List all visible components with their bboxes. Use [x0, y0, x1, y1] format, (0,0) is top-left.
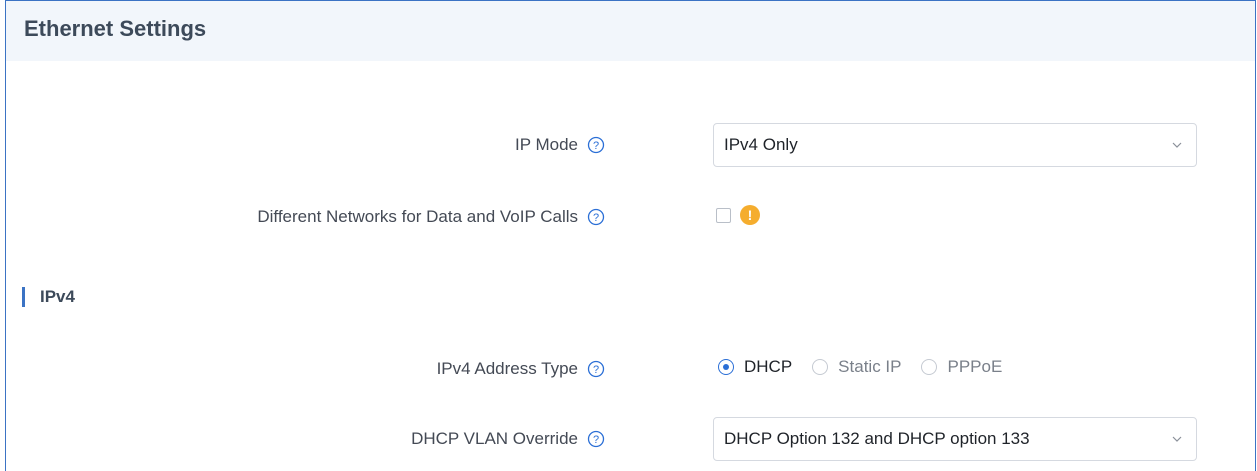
svg-text:?: ?	[593, 434, 599, 446]
chevron-down-icon	[1172, 436, 1182, 442]
svg-text:?: ?	[593, 140, 599, 152]
help-icon[interactable]: ?	[587, 430, 605, 448]
svg-text:?: ?	[593, 212, 599, 224]
radio-option-static-ip[interactable]: Static IP	[812, 357, 901, 377]
radio-label-dhcp: DHCP	[744, 357, 793, 376]
dhcp-vlan-override-label: DHCP VLAN Override	[411, 429, 578, 448]
different-networks-label-wrap: Different Networks for Data and VoIP Cal…	[257, 207, 605, 227]
radio-button-static-ip[interactable]	[812, 359, 829, 375]
help-icon[interactable]: ?	[587, 208, 605, 226]
different-networks-control: !	[716, 205, 760, 225]
radio-option-pppoe[interactable]: PPPoE	[921, 357, 1002, 377]
dhcp-vlan-override-select[interactable]: DHCP Option 132 and DHCP option 133	[713, 417, 1197, 461]
ethernet-settings-panel: Ethernet Settings IP Mode ? IPv4 Only Di…	[5, 0, 1256, 471]
dhcp-vlan-override-row: DHCP VLAN Override ? DHCP Option 132 and…	[6, 417, 1255, 461]
different-networks-label: Different Networks for Data and VoIP Cal…	[257, 207, 578, 226]
panel-title: Ethernet Settings	[24, 16, 207, 41]
ipv4-section-title: IPv4	[40, 287, 75, 306]
different-networks-checkbox[interactable]	[716, 207, 731, 223]
ipv4-address-type-row: IPv4 Address Type ? DHCP Static IP PPPoE	[6, 347, 1255, 391]
different-networks-row: Different Networks for Data and VoIP Cal…	[6, 195, 1255, 239]
ipv4-address-type-label: IPv4 Address Type	[436, 359, 578, 378]
ipv4-address-type-radio-group: DHCP Static IP PPPoE	[718, 357, 1022, 377]
dhcp-vlan-override-label-wrap: DHCP VLAN Override ?	[411, 429, 605, 449]
dhcp-vlan-override-value: DHCP Option 132 and DHCP option 133	[724, 429, 1030, 448]
help-icon[interactable]: ?	[587, 360, 605, 378]
ip-mode-value: IPv4 Only	[724, 135, 798, 154]
radio-button-dhcp[interactable]	[718, 359, 734, 375]
ip-mode-label-wrap: IP Mode ?	[515, 135, 605, 155]
svg-text:?: ?	[593, 364, 599, 376]
panel-header: Ethernet Settings	[6, 1, 1255, 61]
radio-label-pppoe: PPPoE	[947, 357, 1003, 376]
ip-mode-select[interactable]: IPv4 Only	[713, 123, 1197, 167]
radio-option-dhcp[interactable]: DHCP	[718, 357, 792, 377]
ip-mode-row: IP Mode ? IPv4 Only	[6, 123, 1255, 167]
chevron-down-icon	[1172, 142, 1182, 148]
radio-button-pppoe[interactable]	[921, 359, 938, 375]
exclamation-warning-icon[interactable]: !	[740, 205, 760, 225]
ipv4-address-type-label-wrap: IPv4 Address Type ?	[437, 359, 605, 379]
ip-mode-label: IP Mode	[514, 135, 578, 154]
help-icon[interactable]: ?	[587, 136, 605, 154]
section-marker	[22, 287, 25, 307]
radio-label-static-ip: Static IP	[838, 357, 902, 376]
